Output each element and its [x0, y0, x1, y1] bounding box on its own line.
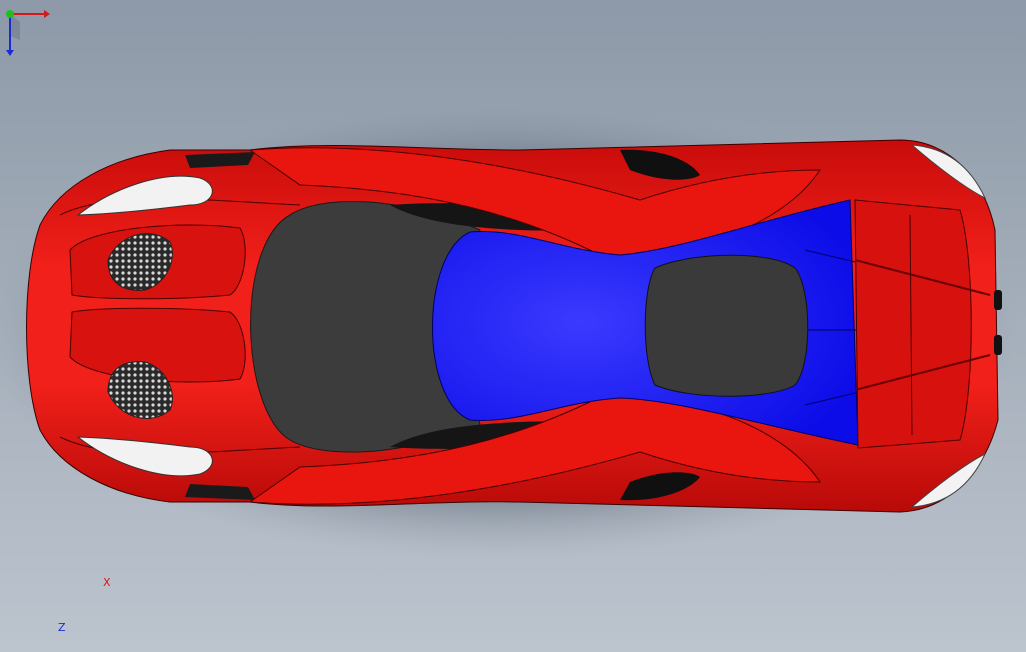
exhaust-bottom [994, 335, 1002, 355]
z-axis-label: Z [58, 621, 66, 634]
rear-deck [854, 199, 972, 449]
coordinate-triad [6, 10, 50, 56]
exhaust-top [994, 290, 1002, 310]
graphics-viewport[interactable]: X Z [0, 0, 1026, 652]
x-axis-label: X [103, 576, 111, 589]
car-model-top-view[interactable] [0, 0, 1026, 652]
rear-window[interactable] [644, 254, 809, 397]
